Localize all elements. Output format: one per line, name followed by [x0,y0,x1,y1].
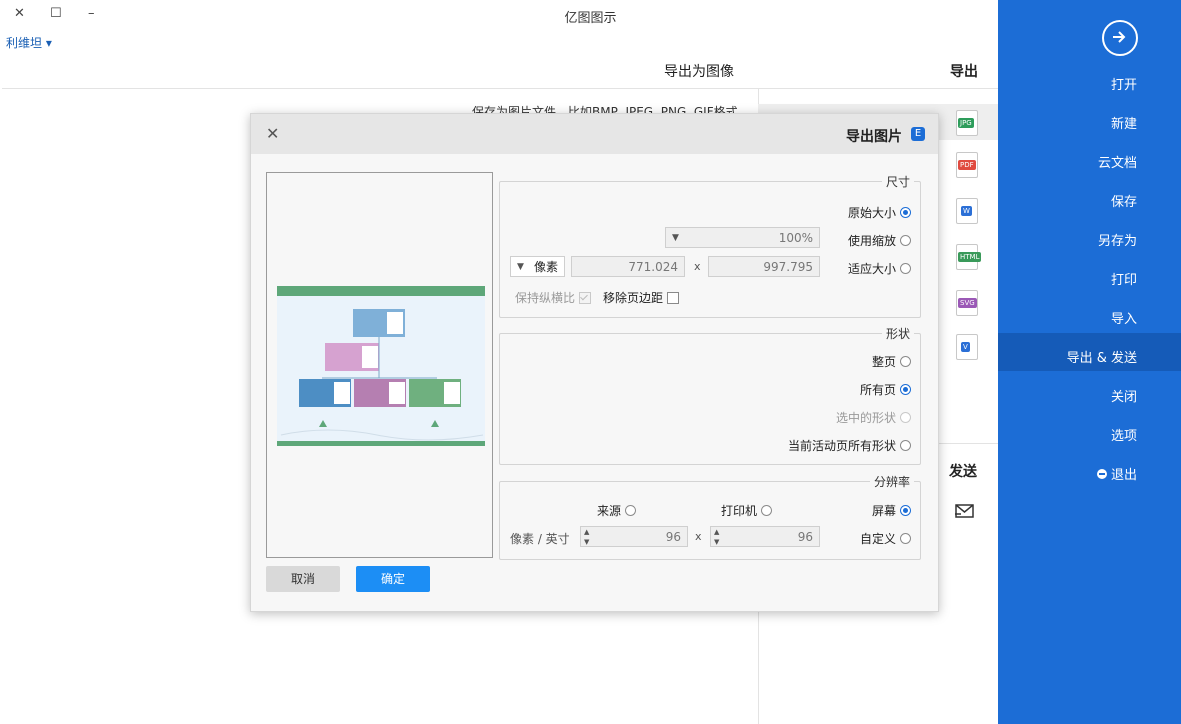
email-send-icon[interactable] [955,502,975,523]
radio-whole-page-label: 整页 [871,355,896,369]
keep-ratio-checkbox[interactable]: 保持纵横比 [515,289,592,306]
backstage-sidebar: 打开 新建 云文档 保存 另存为 打印 导入 导出 & 发送 关闭 选项 退出 [998,0,1181,724]
size-unit-value: 像素 [533,260,558,274]
radio-original-size-label: 原始大小 [847,206,896,220]
radio-use-zoom[interactable]: 使用缩放 [848,232,911,249]
back-arrow-icon[interactable] [1102,20,1138,56]
spinner-arrows-icon[interactable]: ▲ ▼ [714,527,724,547]
radio-screen[interactable]: 屏幕 [872,502,911,519]
export-section-header: 导出 [950,64,978,80]
dpi-unit-label: 像素 / 英寸 [510,532,570,546]
radio-current-page-shapes-label: 当前活动页所有形状 [787,439,896,453]
radio-all-pages-label: 所有页 [859,383,896,397]
radio-printer[interactable]: 打印机 [721,502,773,519]
cancel-button[interactable]: 取消 [266,566,340,592]
sidebar-item-open[interactable]: 打开 [1111,74,1137,93]
dialog-close-icon[interactable]: ✕ [266,124,279,143]
radio-selected-shapes-label: 选中的形状 [835,411,896,425]
export-image-header: 导出为图像 [664,64,734,80]
user-menu[interactable]: 利维坦 ▾ [6,34,52,51]
radio-whole-page[interactable]: 整页 [872,353,911,370]
sidebar-item-save[interactable]: 保存 [1111,191,1137,210]
chevron-down-icon: ▼ [672,233,679,243]
dpi-x-value: 96 [797,530,813,544]
sidebar-item-close[interactable]: 关闭 [1111,386,1137,405]
radio-selected-shapes[interactable]: 选中的形状 [836,409,911,426]
radio-source-label: 来源 [597,504,622,518]
height-value: 771.024 [628,260,678,274]
dialog-header: ✕ 导出图片 E [251,114,938,154]
radio-current-page-shapes[interactable]: 当前活动页所有形状 [788,437,911,454]
radio-custom-label: 自定义 [859,532,896,546]
radio-fit-size-label: 适应大小 [847,262,896,276]
radio-fit-size[interactable]: 适应大小 [848,260,911,277]
sidebar-item-print[interactable]: 打印 [1111,269,1137,288]
sidebar-item-import[interactable]: 导入 [1111,308,1137,327]
height-input[interactable]: 771.024 [571,256,685,277]
export-preview [266,172,493,558]
dialog-title: 导出图片 [846,129,902,145]
radio-custom[interactable]: 自定义 [860,530,911,547]
radio-screen-label: 屏幕 [871,504,896,518]
radio-printer-label: 打印机 [721,504,758,518]
resolution-legend: 分辨率 [873,475,910,489]
chevron-down-icon: ▼ [517,262,524,272]
remove-margin-checkbox[interactable]: 移除页边距 [603,289,680,306]
width-value: 997.795 [763,260,813,274]
radio-original-size[interactable]: 原始大小 [848,204,911,221]
jpg-format-icon[interactable]: JPG [956,110,978,136]
zoom-value: 100% [778,231,813,245]
app-logo-icon: E [911,127,925,141]
sidebar-item-exit-label: 退出 [1110,468,1137,483]
size-legend: 尺寸 [885,175,910,189]
sidebar-item-exit[interactable]: 退出 [1096,464,1137,483]
word-format-icon[interactable]: W [956,198,978,224]
radio-all-pages[interactable]: 所有页 [860,381,911,398]
keep-ratio-label: 保持纵横比 [515,291,576,305]
sidebar-item-export-send[interactable]: 导出 & 发送 [1067,347,1137,366]
shape-legend: 形状 [885,327,910,341]
radio-source[interactable]: 来源 [597,502,637,519]
spinner-arrows-icon[interactable]: ▲ ▼ [584,527,594,547]
exit-icon [1096,468,1107,479]
export-image-dialog: ✕ 导出图片 E 尺寸 原始大小 使用缩放 ▼ 100% 适应大小 997.79… [250,113,939,612]
divider [2,88,758,89]
sidebar-item-options[interactable]: 选项 [1111,425,1137,444]
html-format-icon[interactable]: HTML [956,244,982,270]
divider [758,88,998,89]
pdf-format-icon[interactable]: PDF [956,152,978,178]
times-separator: x [694,260,701,273]
width-input[interactable]: 997.795 [708,256,820,277]
dpi-x-input[interactable]: ▲ ▼ 96 [710,526,820,547]
times-separator: x [695,530,702,543]
zoom-select[interactable]: ▼ 100% [665,227,820,248]
remove-margin-label: 移除页边距 [603,291,664,305]
sidebar-item-cloud[interactable]: 云文档 [1098,152,1137,171]
radio-use-zoom-label: 使用缩放 [847,234,896,248]
ok-button[interactable]: 确定 [356,566,430,592]
send-section-header: 发送 [949,464,977,480]
sidebar-item-new[interactable]: 新建 [1111,113,1137,132]
sidebar-item-save-as[interactable]: 另存为 [1098,230,1137,249]
dpi-y-value: 96 [665,530,681,544]
svg-format-icon[interactable]: SVG [956,290,978,316]
visio-format-icon[interactable]: V [956,334,978,360]
org-chart-thumbnail [277,286,485,446]
dpi-y-input[interactable]: ▲ ▼ 96 [580,526,688,547]
size-unit-select[interactable]: ▼ 像素 [510,256,565,277]
